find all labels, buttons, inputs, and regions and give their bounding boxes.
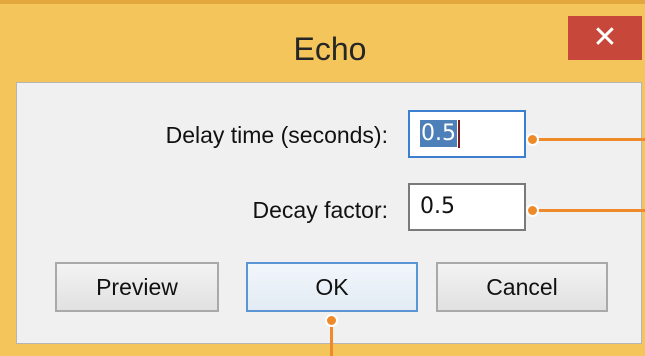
decay-factor-label: Decay factor:: [252, 197, 389, 223]
callout-dot-delay: [526, 133, 539, 146]
close-button[interactable]: ✕: [568, 16, 642, 60]
dialog-title: Echo: [293, 31, 367, 67]
cancel-button[interactable]: Cancel: [436, 262, 608, 312]
delay-time-label: Delay time (seconds):: [165, 122, 388, 148]
decay-factor-input[interactable]: 0.5: [408, 183, 526, 231]
callout-line-delay: [532, 138, 645, 141]
close-icon: ✕: [592, 21, 618, 54]
decay-factor-value: 0.5: [420, 194, 455, 219]
ok-button[interactable]: OK: [246, 262, 418, 312]
preview-button[interactable]: Preview: [55, 262, 219, 312]
delay-time-value: 0.5: [420, 120, 457, 147]
text-caret: [458, 120, 460, 148]
callout-dot-decay: [526, 204, 539, 217]
delay-time-input[interactable]: 0.5: [408, 110, 526, 158]
callout-dot-ok: [325, 314, 338, 327]
callout-line-decay: [532, 209, 645, 212]
